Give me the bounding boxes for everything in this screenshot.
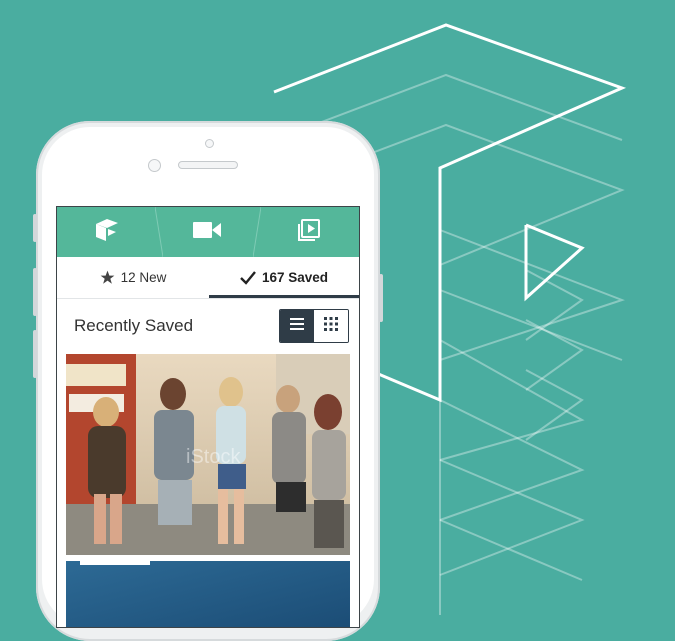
video-camera-icon [193,221,221,244]
grid-view-icon [324,316,338,336]
phone-side-button [33,214,37,242]
grid-view-button[interactable] [314,310,348,342]
proximity-sensor [148,159,161,172]
tab-new-label: 12 New [120,270,167,285]
section-header: Recently Saved [57,299,359,353]
tab-saved-label: 167 Saved [261,270,329,285]
top-navigation [57,207,359,257]
checkmark-icon [240,270,256,285]
logo-icon [95,218,119,246]
playlist-icon [298,218,320,246]
saved-photo[interactable] [66,561,350,627]
filter-tabs: 12 New 167 Saved [57,257,359,299]
phone-side-button [33,330,37,378]
photo-watermark: iStock [186,446,241,468]
earpiece-speaker [178,161,238,169]
app-screen: 12 New 167 Saved Recently Saved iStock [57,207,359,627]
tab-video[interactable] [157,207,257,257]
list-view-button[interactable] [280,310,314,342]
tab-new[interactable]: 12 New [57,257,209,298]
tab-home[interactable] [57,207,157,257]
tab-saved[interactable]: 167 Saved [209,257,359,298]
star-icon [100,270,115,285]
phone-power-button [379,274,383,322]
front-camera [205,139,214,148]
phone-side-button [33,268,37,316]
view-toggle [279,309,349,343]
active-tab-indicator [209,295,359,298]
tab-playlist[interactable] [259,207,359,257]
saved-photo[interactable]: iStock [66,354,350,555]
photo-sky [66,561,350,627]
section-title: Recently Saved [74,316,194,335]
list-view-icon [290,317,304,335]
